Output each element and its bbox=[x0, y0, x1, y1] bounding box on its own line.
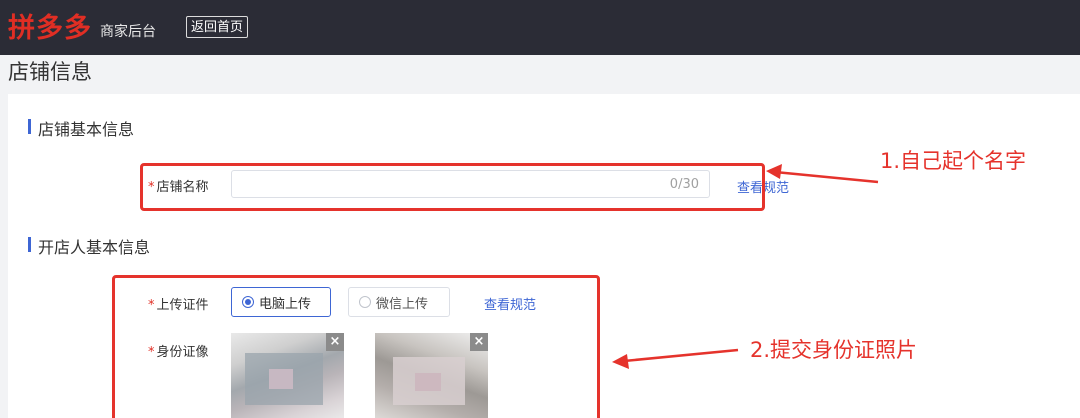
annotation-2: 2.提交身份证照片 bbox=[750, 338, 918, 362]
arrow-line-2 bbox=[623, 348, 739, 363]
arrow-head-2 bbox=[612, 354, 629, 369]
arrow-line-1 bbox=[774, 170, 879, 184]
arrow-head-1 bbox=[766, 164, 782, 179]
annotation-arrows bbox=[612, 164, 879, 369]
annotation-1: 1.自己起个名字 bbox=[880, 149, 1027, 173]
